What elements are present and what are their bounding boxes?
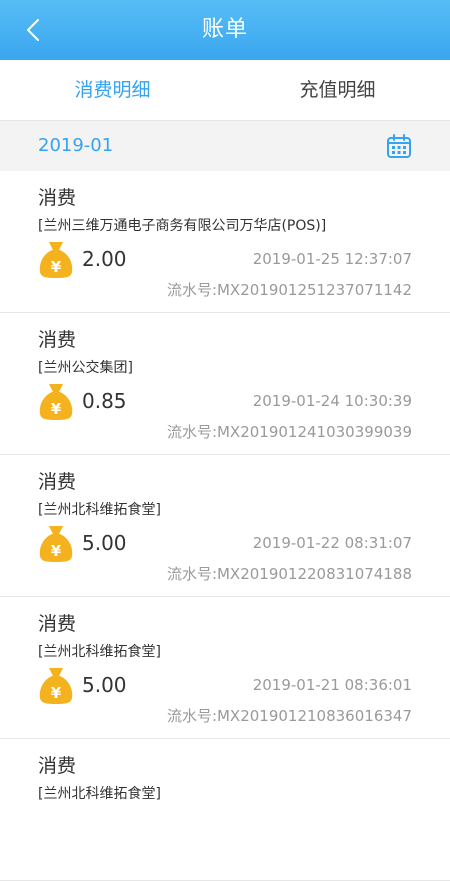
svg-text:¥: ¥ [51,258,62,276]
transaction-time: 2019-01-21 08:36:01 [252,676,412,694]
transaction-list: 消费 [兰州三维万通电子商务有限公司万华店(POS)] ¥ 2.00 2019-… [0,171,450,881]
date-filter-bar: 2019-01 [0,121,450,171]
transaction-type: 消费 [38,755,77,777]
serial-number: 流水号:MX201901210836016347 [166,707,412,725]
selected-month[interactable]: 2019-01 [38,121,113,171]
money-bag-icon: ¥ [39,242,73,278]
list-item[interactable]: 消费 [兰州公交集团] ¥ 0.85 2019-01-24 10:30:39 流… [0,313,450,455]
transaction-time: 2019-01-25 12:37:07 [252,250,412,268]
amount: 2.00 [82,247,127,271]
transaction-time: 2019-01-22 08:31:07 [252,534,412,552]
svg-text:¥: ¥ [51,684,62,702]
amount: 0.85 [82,389,127,413]
title-bar: 账单 [0,0,450,60]
serial-number: 流水号:MX201901251237071142 [166,281,412,299]
merchant-name: [兰州公交集团] [38,360,133,376]
list-item[interactable]: 消费 [兰州三维万通电子商务有限公司万华店(POS)] ¥ 2.00 2019-… [0,171,450,313]
svg-text:¥: ¥ [51,400,62,418]
tab-bar: 消费明细 充值明细 [0,60,450,121]
money-bag-icon: ¥ [39,384,73,420]
money-bag-icon: ¥ [39,526,73,562]
tab-recharge-detail[interactable]: 充值明细 [225,60,450,120]
merchant-name: [兰州北科维拓食堂] [38,644,161,660]
money-bag-icon: ¥ [39,668,73,704]
list-item[interactable]: 消费 [兰州北科维拓食堂] ¥ 5.00 2019-01-21 08:36:01… [0,597,450,739]
list-item[interactable]: 消费 [兰州北科维拓食堂] [0,739,450,881]
serial-number: 流水号:MX201901241030399039 [166,423,412,441]
tab-consumption-detail[interactable]: 消费明细 [0,60,225,120]
merchant-name: [兰州三维万通电子商务有限公司万华店(POS)] [38,218,327,234]
amount: 5.00 [82,531,127,555]
transaction-type: 消费 [38,329,77,351]
amount: 5.00 [82,673,127,697]
serial-number: 流水号:MX201901220831074188 [166,565,412,583]
transaction-type: 消费 [38,471,77,493]
list-item[interactable]: 消费 [兰州北科维拓食堂] ¥ 5.00 2019-01-22 08:31:07… [0,455,450,597]
svg-text:¥: ¥ [51,542,62,560]
transaction-type: 消费 [38,187,77,209]
calendar-icon[interactable] [386,133,412,159]
merchant-name: [兰州北科维拓食堂] [38,786,161,802]
transaction-type: 消费 [38,613,77,635]
transaction-time: 2019-01-24 10:30:39 [252,392,412,410]
merchant-name: [兰州北科维拓食堂] [38,502,161,518]
page-title: 账单 [201,17,248,42]
